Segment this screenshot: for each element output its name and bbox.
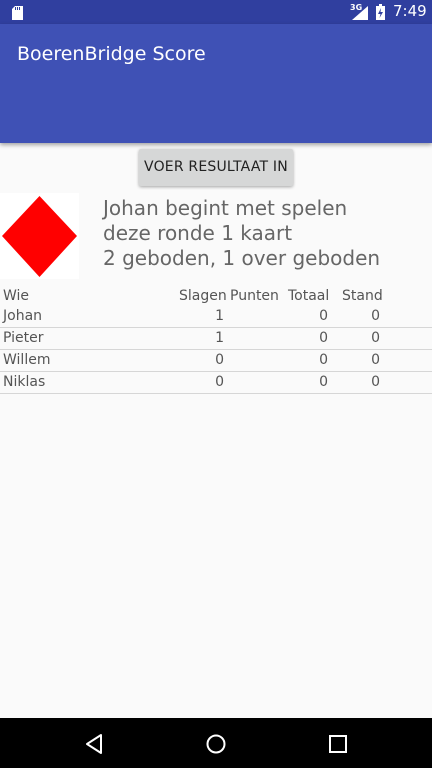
header-totaal: Totaal (288, 288, 330, 304)
player-slagen: 1 (215, 308, 224, 324)
player-stand: 0 (371, 330, 380, 346)
round-info: Johan begint met spelen deze ronde 1 kaa… (103, 196, 380, 271)
battery-charging-icon (376, 4, 385, 20)
back-icon[interactable] (84, 733, 106, 755)
player-name: Willem (3, 352, 51, 368)
home-icon[interactable] (205, 733, 227, 755)
header-slagen: Slagen (179, 288, 227, 304)
sd-card-icon (12, 5, 23, 20)
player-stand: 0 (371, 352, 380, 368)
navigation-bar (0, 718, 432, 768)
table-row: Pieter 1 0 0 (0, 328, 432, 350)
enter-result-button[interactable]: VOER RESULTAAT IN (139, 149, 293, 186)
cell-signal-icon (352, 5, 368, 20)
table-header: Wie Slagen Punten Totaal Stand (0, 286, 432, 306)
score-table: Wie Slagen Punten Totaal Stand Johan 1 0… (0, 286, 432, 394)
diamond-icon (2, 196, 77, 277)
player-totaal: 0 (319, 374, 328, 390)
player-stand: 0 (371, 374, 380, 390)
recents-icon[interactable] (327, 733, 349, 755)
status-bar: 3G 7:49 (0, 0, 432, 24)
app-title: BoerenBridge Score (17, 43, 206, 65)
player-totaal: 0 (319, 308, 328, 324)
header-name: Wie (3, 288, 30, 304)
header-punten: Punten (230, 288, 279, 304)
app-bar: BoerenBridge Score (0, 24, 432, 143)
player-name: Niklas (3, 374, 46, 390)
trump-suit-card (0, 193, 79, 279)
round-starter-text: Johan begint met spelen (103, 196, 348, 220)
player-totaal: 0 (319, 352, 328, 368)
table-row: Johan 1 0 0 (0, 306, 432, 328)
player-slagen: 1 (215, 330, 224, 346)
player-totaal: 0 (319, 330, 328, 346)
player-name: Johan (3, 308, 43, 324)
table-row: Niklas 0 0 0 (0, 372, 432, 394)
round-bids-text: 2 geboden, 1 over geboden (103, 246, 381, 270)
round-cards-text: deze ronde 1 kaart (103, 221, 293, 245)
table-row: Willem 0 0 0 (0, 350, 432, 372)
player-name: Pieter (3, 330, 44, 346)
player-stand: 0 (371, 308, 380, 324)
player-slagen: 0 (215, 352, 224, 368)
status-clock: 7:49 (393, 2, 427, 20)
player-slagen: 0 (215, 374, 224, 390)
header-stand: Stand (342, 288, 383, 304)
